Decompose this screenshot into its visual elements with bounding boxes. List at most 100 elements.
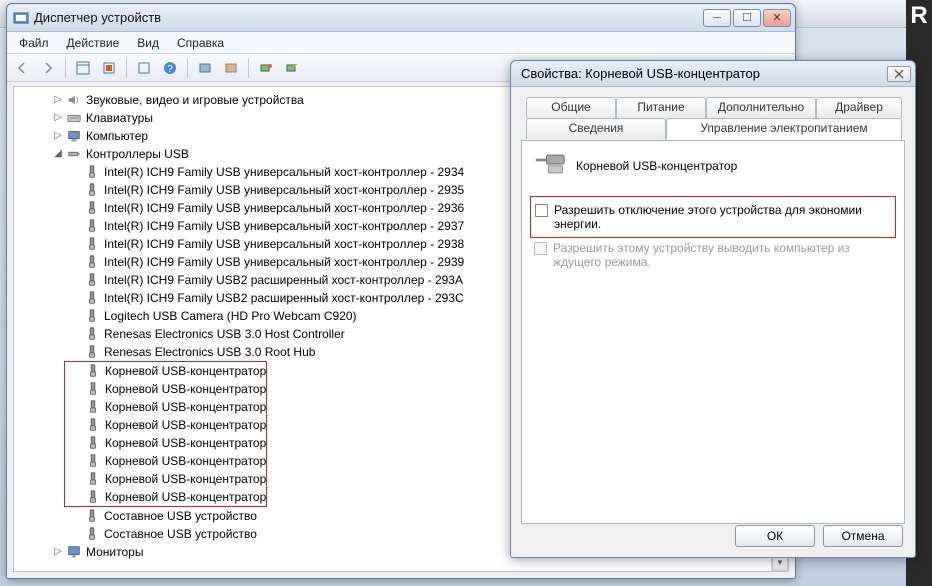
toolbar-btn[interactable] xyxy=(98,57,120,79)
usb-device-icon xyxy=(84,508,100,524)
menu-action[interactable]: Действие xyxy=(59,34,128,52)
expander-icon[interactable]: ▷ xyxy=(52,94,64,106)
expander-icon[interactable] xyxy=(70,510,82,522)
checkbox-label: Разрешить этому устройству выводить комп… xyxy=(553,241,892,269)
cancel-button[interactable]: Отмена xyxy=(823,525,903,547)
usb-device-icon xyxy=(84,526,100,542)
expander-icon[interactable] xyxy=(71,491,83,503)
tree-node[interactable]: Корневой USB-концентратор xyxy=(65,488,266,506)
expander-icon[interactable] xyxy=(71,473,83,485)
tree-node-label: Корневой USB-концентратор xyxy=(105,452,266,470)
usb-device-icon xyxy=(84,290,100,306)
monitor-icon xyxy=(66,544,82,560)
expander-icon[interactable]: ▷ xyxy=(52,112,64,124)
tab-general[interactable]: Общие xyxy=(526,97,616,118)
usb-device-icon xyxy=(84,236,100,252)
tree-node[interactable]: Корневой USB-концентратор xyxy=(65,362,266,380)
expander-icon[interactable] xyxy=(70,256,82,268)
highlighted-group: Корневой USB-концентраторКорневой USB-ко… xyxy=(64,361,267,507)
tree-node-label: Корневой USB-концентратор xyxy=(105,380,266,398)
scan-hardware-button[interactable] xyxy=(255,57,277,79)
toolbar-separator xyxy=(248,58,249,78)
app-icon xyxy=(13,10,29,26)
expander-icon[interactable] xyxy=(71,401,83,413)
expander-icon[interactable] xyxy=(71,383,83,395)
tree-node-label: Intel(R) ICH9 Family USB универсальный х… xyxy=(104,253,464,271)
ok-button[interactable]: ОК xyxy=(735,525,815,547)
tab-advanced[interactable]: Дополнительно xyxy=(706,97,816,118)
tab-power-management[interactable]: Управление электропитанием xyxy=(666,118,902,140)
tree-node[interactable]: Корневой USB-концентратор xyxy=(65,452,266,470)
tab-details[interactable]: Сведения xyxy=(526,118,666,139)
tree-node[interactable]: Корневой USB-концентратор xyxy=(65,470,266,488)
tree-node-label: Звуковые, видео и игровые устройства xyxy=(86,91,304,109)
dialog-close-button[interactable] xyxy=(887,66,911,82)
usb-device-icon xyxy=(84,182,100,198)
checkbox-allow-power-off[interactable] xyxy=(535,204,548,217)
expander-icon[interactable]: ▷ xyxy=(52,546,64,558)
expander-icon[interactable] xyxy=(71,365,83,377)
menu-view[interactable]: Вид xyxy=(129,34,167,52)
menu-help[interactable]: Справка xyxy=(169,34,232,52)
usb-device-icon xyxy=(84,218,100,234)
tree-node[interactable]: Корневой USB-концентратор xyxy=(65,380,266,398)
toolbar-btn[interactable] xyxy=(281,57,303,79)
tab-area: Общие Питание Дополнительно Драйвер Свед… xyxy=(511,87,915,530)
expander-icon[interactable] xyxy=(70,274,82,286)
usb-hub-icon xyxy=(534,153,566,178)
tree-node-label: Корневой USB-концентратор xyxy=(105,470,266,488)
tab-panel: Корневой USB-концентратор Разрешить откл… xyxy=(521,140,905,524)
tree-node-label: Intel(R) ICH9 Family USB универсальный х… xyxy=(104,181,464,199)
dialog-buttons: ОК Отмена xyxy=(735,525,903,547)
expander-icon[interactable]: ▷ xyxy=(52,130,64,142)
allow-power-off-row[interactable]: Разрешить отключение этого устройства дл… xyxy=(535,200,891,234)
tree-node-label: Составное USB устройство xyxy=(104,525,257,543)
expander-icon[interactable] xyxy=(71,455,83,467)
tree-node-label: Intel(R) ICH9 Family USB универсальный х… xyxy=(104,199,464,217)
minimize-button[interactable]: ─ xyxy=(703,9,731,27)
toolbar-btn[interactable] xyxy=(133,57,155,79)
expander-icon[interactable] xyxy=(70,328,82,340)
usb-device-icon xyxy=(84,254,100,270)
tab-power[interactable]: Питание xyxy=(616,97,706,118)
expander-icon[interactable] xyxy=(70,346,82,358)
computer-icon xyxy=(66,128,82,144)
checkbox-label: Разрешить отключение этого устройства дл… xyxy=(554,203,891,231)
expander-icon[interactable] xyxy=(70,292,82,304)
expander-icon[interactable]: ◢ xyxy=(52,148,64,160)
titlebar[interactable]: Диспетчер устройств ─ ☐ ✕ xyxy=(7,4,795,32)
tree-node[interactable]: Корневой USB-концентратор xyxy=(65,434,266,452)
dialog-titlebar[interactable]: Свойства: Корневой USB-концентратор xyxy=(511,61,915,87)
expander-icon[interactable] xyxy=(70,528,82,540)
close-button[interactable]: ✕ xyxy=(763,9,791,27)
expander-icon[interactable] xyxy=(70,238,82,250)
properties-dialog: Свойства: Корневой USB-концентратор Общи… xyxy=(510,60,916,558)
expander-icon[interactable] xyxy=(70,166,82,178)
tree-node-label: Компьютер xyxy=(86,127,148,145)
forward-button[interactable] xyxy=(37,57,59,79)
usb-device-icon xyxy=(84,272,100,288)
toolbar-btn[interactable] xyxy=(194,57,216,79)
toolbar-btn[interactable] xyxy=(72,57,94,79)
expander-icon[interactable] xyxy=(71,419,83,431)
tree-node-label: Клавиатуры xyxy=(86,109,153,127)
usb-device-icon xyxy=(84,308,100,324)
maximize-button[interactable]: ☐ xyxy=(733,9,761,27)
expander-icon[interactable] xyxy=(71,437,83,449)
help-button[interactable]: ? xyxy=(159,57,181,79)
tree-node[interactable]: Корневой USB-концентратор xyxy=(65,398,266,416)
menu-file[interactable]: Файл xyxy=(11,34,57,52)
speaker-icon xyxy=(66,92,82,108)
usb-device-icon xyxy=(85,417,101,433)
back-button[interactable] xyxy=(11,57,33,79)
expander-icon[interactable] xyxy=(70,220,82,232)
tree-node-label: Renesas Electronics USB 3.0 Root Hub xyxy=(104,343,315,361)
toolbar-btn[interactable] xyxy=(220,57,242,79)
expander-icon[interactable] xyxy=(70,202,82,214)
expander-icon[interactable] xyxy=(70,184,82,196)
window-title: Диспетчер устройств xyxy=(34,10,703,25)
expander-icon[interactable] xyxy=(70,310,82,322)
usb-device-icon xyxy=(85,471,101,487)
tab-driver[interactable]: Драйвер xyxy=(816,97,902,118)
tree-node[interactable]: Корневой USB-концентратор xyxy=(65,416,266,434)
